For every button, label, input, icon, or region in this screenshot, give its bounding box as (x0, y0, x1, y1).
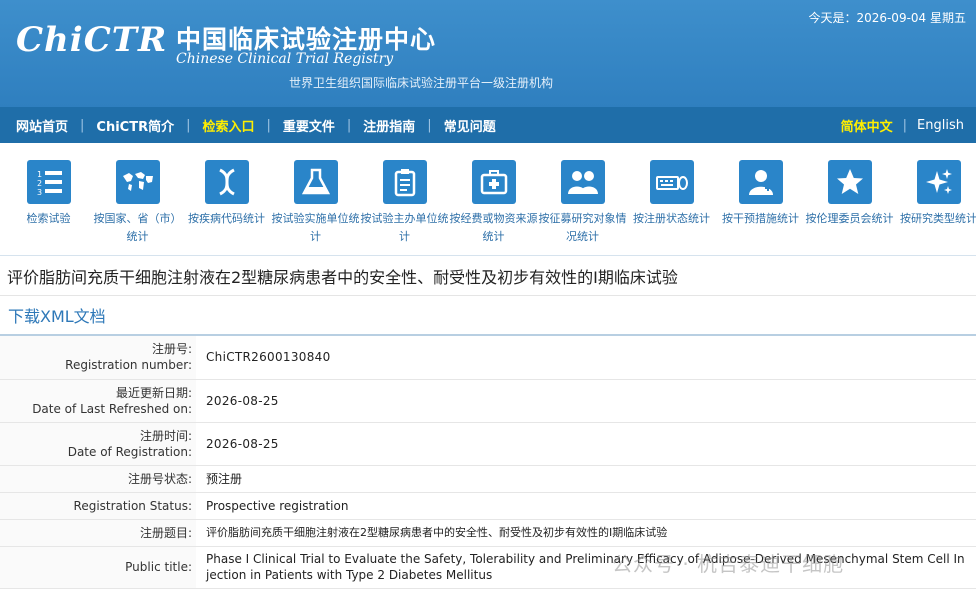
stat-by-disease[interactable]: 按疾病代码统计 (182, 143, 271, 255)
field-key-en: Date of Registration: (67, 444, 192, 459)
language-switch: 简体中文 | English (841, 116, 976, 135)
site-subtitle: 世界卫生组织国际临床试验注册平台一级注册机构 (289, 76, 554, 90)
field-key-cn: 注册号: (151, 342, 192, 357)
site-header: ChiCTR 中国临床试验注册中心 Chinese Clinical Trial… (0, 0, 976, 107)
medkit-icon (471, 160, 516, 204)
stat-label: 按注册状态统计 (633, 212, 710, 225)
field-key: 注册时间: Date of Registration: (0, 422, 196, 466)
stat-label: 按经费或物资来源统计 (449, 212, 538, 243)
stat-label: 按伦理委员会统计 (805, 212, 894, 225)
star-icon (827, 160, 872, 204)
svg-text:2: 2 (37, 179, 42, 188)
field-key-cn: 最近更新日期: (115, 385, 192, 400)
people-icon (560, 160, 605, 204)
stat-by-implementer[interactable]: 按试验实施单位统计 (271, 143, 360, 255)
registration-date: 2026-08-25 (196, 422, 976, 466)
field-key-en: Registration Status: (0, 492, 196, 520)
svg-text:1: 1 (37, 170, 42, 179)
logo-text: ChiCTR (16, 20, 168, 60)
stat-label: 按征募研究对象情况统计 (538, 212, 627, 243)
field-key-en: Public title: (0, 546, 196, 589)
nav-about[interactable]: ChiCTR简介 (96, 116, 174, 135)
clipboard-icon (382, 160, 427, 204)
public-title-en: Phase I Clinical Trial to Evaluate the S… (196, 546, 976, 589)
nav-home[interactable]: 网站首页 (16, 116, 68, 135)
nav-separator: | (346, 117, 352, 133)
registration-number: ChiCTR2600130840 (196, 336, 976, 380)
nav-guide[interactable]: 注册指南 (363, 116, 415, 135)
stat-label: 检索试验 (26, 212, 71, 225)
field-key-cn: 注册时间: (139, 428, 192, 443)
stat-by-country[interactable]: 按国家、省（市）统计 (93, 143, 182, 255)
table-row: 注册号状态: 预注册 (0, 465, 976, 493)
lang-english[interactable]: English (917, 118, 964, 133)
nav-documents[interactable]: 重要文件 (283, 116, 335, 135)
chictr-logo[interactable]: ChiCTR (16, 20, 168, 68)
nav-search[interactable]: 检索入口 (202, 116, 254, 135)
stat-by-sponsor[interactable]: 按试验主办单位统计 (360, 143, 449, 255)
last-refreshed-date: 2026-08-25 (196, 379, 976, 423)
nav-separator: | (427, 117, 432, 133)
field-key-cn: 注册题目: (0, 519, 196, 547)
keyboard-mouse-icon (649, 160, 694, 204)
nav-faq[interactable]: 常见问题 (444, 116, 496, 135)
registration-status-en: Prospective registration (196, 492, 976, 520)
table-row: 注册题目: 评价脂肪间充质干细胞注射液在2型糖尿病患者中的安全性、耐受性及初步有… (0, 519, 976, 547)
stat-by-study-type[interactable]: 按研究类型统计 (894, 143, 976, 255)
stat-label: 按研究类型统计 (900, 212, 976, 225)
stat-by-status[interactable]: 按注册状态统计 (627, 143, 716, 255)
list-numbered-icon: 123 (26, 160, 71, 204)
nav-separator: | (186, 117, 191, 133)
doctor-icon (738, 160, 783, 204)
lang-separator: | (902, 117, 908, 133)
stat-label: 按国家、省（市）统计 (93, 212, 182, 243)
stat-label: 按试验实施单位统计 (271, 212, 360, 243)
nav-separator: | (80, 117, 85, 133)
world-map-icon (115, 160, 160, 204)
lang-chinese[interactable]: 简体中文 (841, 116, 893, 135)
field-key-en: Registration number: (65, 358, 192, 373)
stat-by-ethics[interactable]: 按伦理委员会统计 (805, 143, 894, 255)
registration-status-cn: 预注册 (196, 465, 976, 493)
field-key-en: Date of Last Refreshed on: (32, 401, 192, 416)
dna-icon (204, 160, 249, 204)
field-key-cn: 注册号状态: (0, 465, 196, 493)
public-title-en-line2: jection in Patients with Type 2 Diabetes… (206, 568, 493, 582)
stat-by-recruitment[interactable]: 按征募研究对象情况统计 (538, 143, 627, 255)
stat-label: 按干预措施统计 (722, 212, 799, 225)
table-row: 注册号: Registration number: ChiCTR26001308… (0, 336, 976, 380)
stat-search-trials[interactable]: 123 检索试验 (4, 143, 93, 255)
field-key: 最近更新日期: Date of Last Refreshed on: (0, 379, 196, 423)
table-row: 注册时间: Date of Registration: 2026-08-25 (0, 422, 976, 466)
trial-title: 评价脂肪间充质干细胞注射液在2型糖尿病患者中的安全性、耐受性及初步有效性的I期临… (0, 256, 976, 296)
download-xml-link[interactable]: 下载XML文档 (0, 296, 976, 336)
wechat-watermark: 公众号 · 杭吉泰迪干细胞 (612, 552, 845, 576)
nav-separator: | (266, 117, 271, 133)
stats-icon-bar: 123 检索试验 按国家、省（市）统计 按疾病代码统计 按试验实施单位统计 按试… (0, 143, 976, 256)
table-row: 最近更新日期: Date of Last Refreshed on: 2026-… (0, 379, 976, 423)
stat-label: 按疾病代码统计 (188, 212, 265, 225)
svg-text:3: 3 (37, 188, 42, 197)
current-date: 今天是：2026-09-04 星期五 (808, 11, 966, 25)
stat-by-intervention[interactable]: 按干预措施统计 (716, 143, 805, 255)
sparkle-icon (916, 160, 961, 204)
site-title-en: Chinese Clinical Trial Registry (176, 51, 394, 67)
public-title-en-line1: Phase I Clinical Trial to Evaluate the S… (206, 552, 965, 566)
public-title-cn: 评价脂肪间充质干细胞注射液在2型糖尿病患者中的安全性、耐受性及初步有效性的I期临… (196, 519, 976, 547)
main-nav: 网站首页 | ChiCTR简介 | 检索入口 | 重要文件 | 注册指南 | 常… (0, 107, 976, 143)
field-key: 注册号: Registration number: (0, 336, 196, 380)
stat-label: 按试验主办单位统计 (360, 212, 449, 243)
table-row: Registration Status: Prospective registr… (0, 492, 976, 520)
flask-icon (293, 160, 338, 204)
stat-by-funding[interactable]: 按经费或物资来源统计 (449, 143, 538, 255)
